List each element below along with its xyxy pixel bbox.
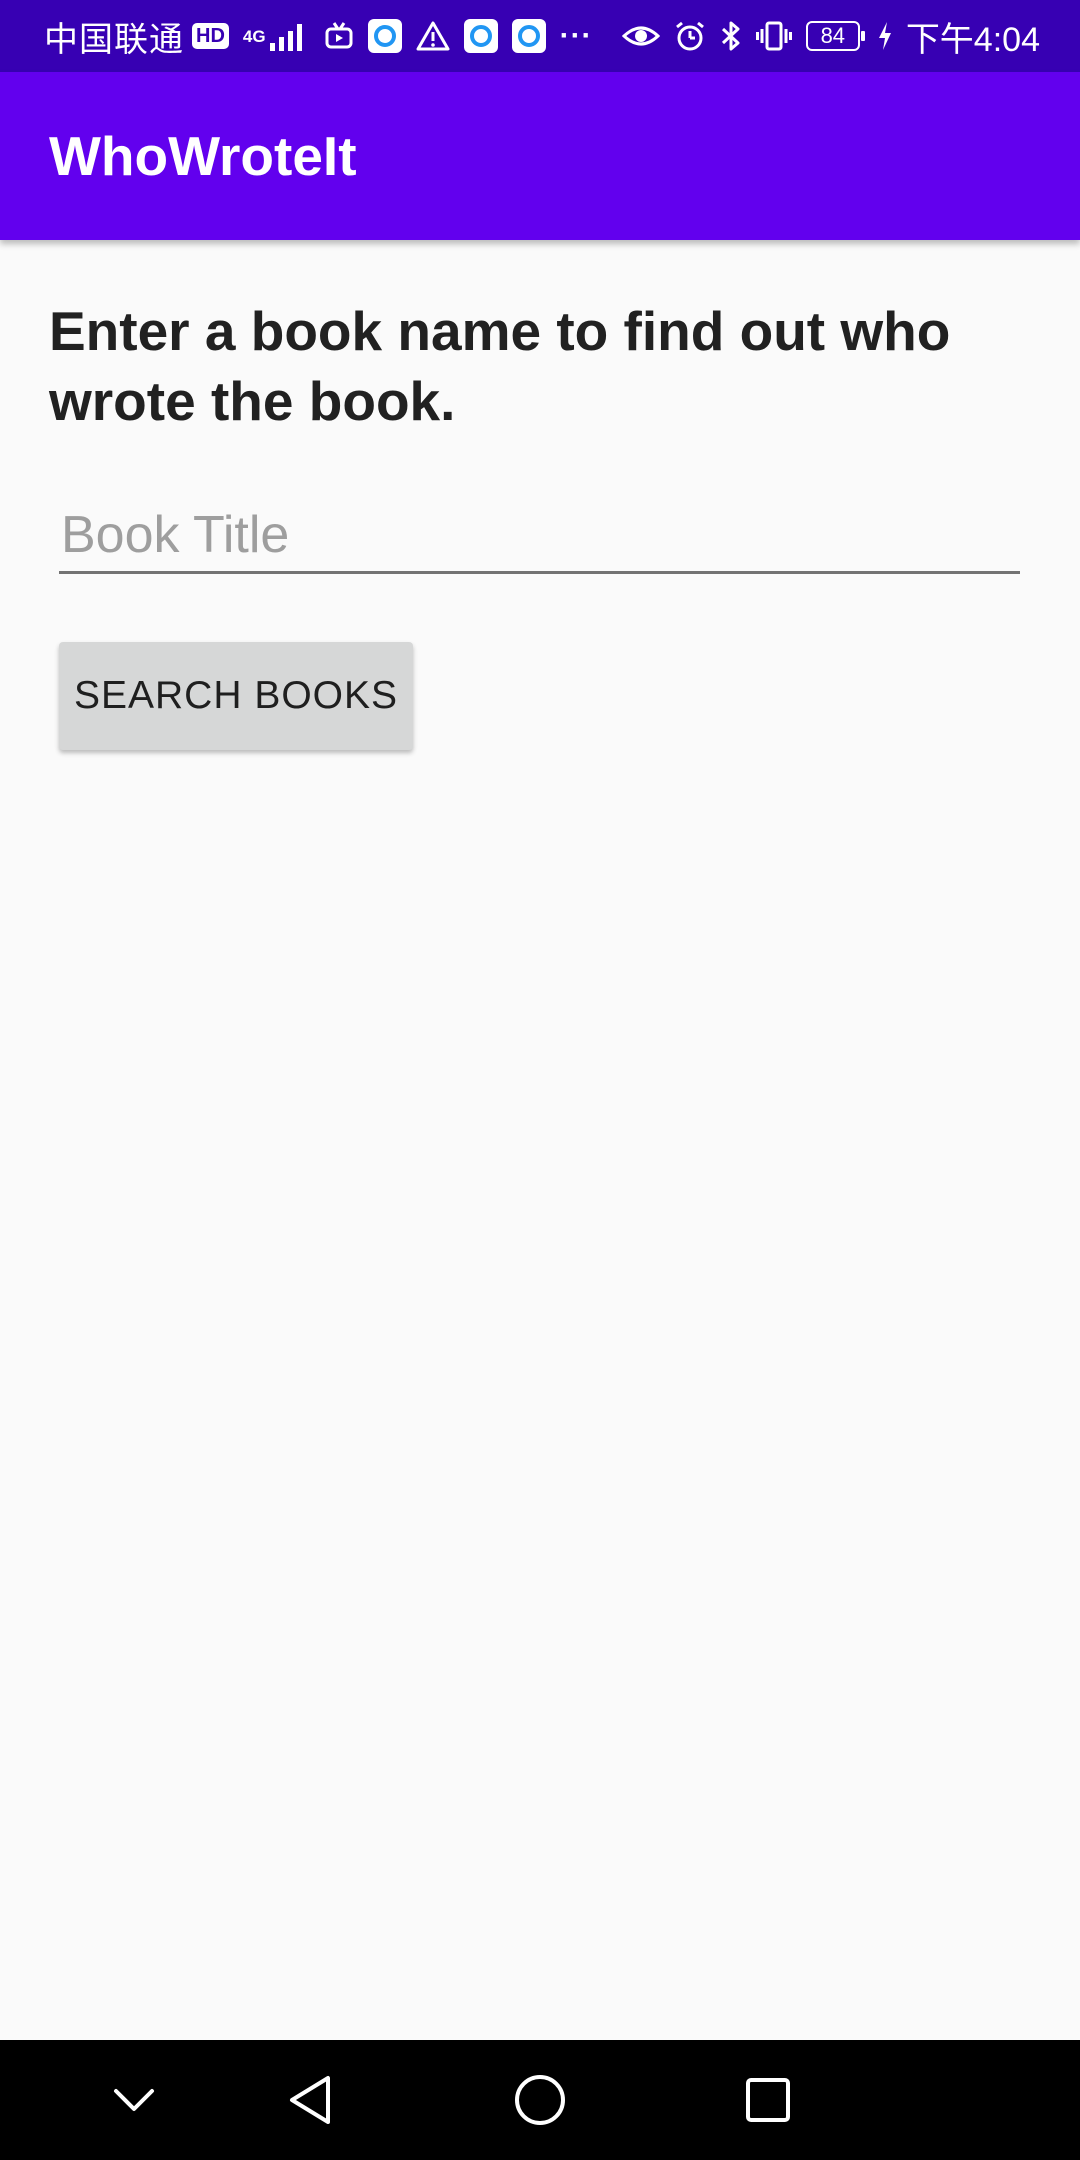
- status-bar: 中国联通 HD 4G ··· 84 下午4:04: [0, 0, 1080, 72]
- chevron-down-icon[interactable]: [74, 2040, 194, 2160]
- eye-comfort-icon: [621, 22, 660, 50]
- app-bar: WhoWroteIt: [0, 72, 1080, 240]
- battery-level: 84: [820, 23, 846, 48]
- app-notification-icon: [463, 19, 498, 53]
- search-books-button[interactable]: SEARCH BOOKS: [59, 642, 413, 750]
- app-title: WhoWroteIt: [49, 125, 357, 187]
- instructions-text: Enter a book name to find out who wrote …: [49, 300, 951, 432]
- signal-icon: 4G: [243, 21, 310, 51]
- battery-icon: 84: [805, 21, 865, 51]
- tv-app-icon: [324, 21, 354, 51]
- back-icon[interactable]: [250, 2040, 370, 2160]
- home-icon[interactable]: [480, 2040, 600, 2160]
- alarm-icon: [674, 20, 706, 52]
- warning-icon: [416, 21, 450, 51]
- more-notifications-icon: ···: [559, 19, 593, 52]
- vibrate-icon: [755, 20, 792, 52]
- status-right: 84 下午4:04: [621, 0, 1040, 72]
- app-notification-icon: [367, 19, 402, 53]
- book-title-input[interactable]: [59, 498, 1020, 574]
- navigation-bar: [0, 2040, 1080, 2160]
- app-notification-icon: [511, 19, 546, 53]
- bluetooth-icon: [720, 20, 742, 52]
- carrier-name: 中国联通: [44, 20, 184, 59]
- recents-icon[interactable]: [708, 2040, 828, 2160]
- charging-icon: [878, 21, 892, 51]
- hd-badge: HD: [192, 23, 229, 49]
- clock: 下午4:04: [905, 20, 1040, 59]
- status-left: 中国联通 HD 4G ···: [44, 0, 593, 72]
- network-type-label: 4G: [242, 26, 266, 46]
